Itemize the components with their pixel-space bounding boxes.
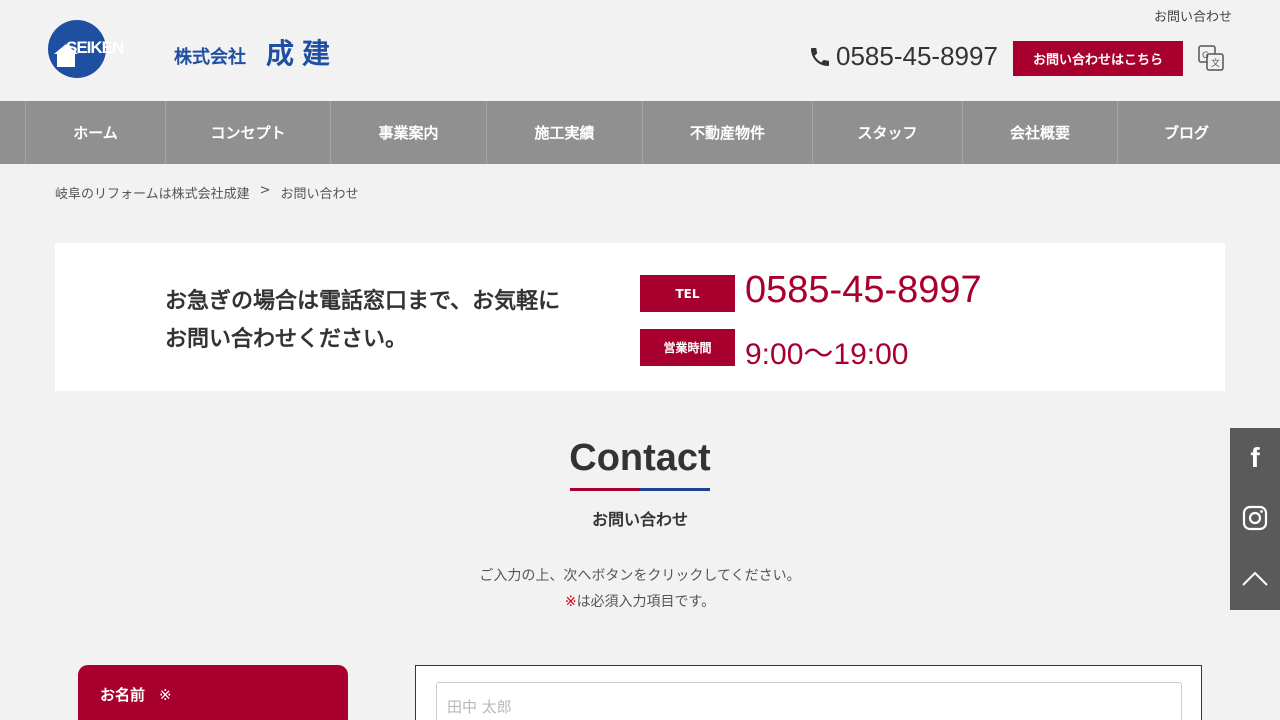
logo-text: SEIKEN xyxy=(66,38,124,57)
instruction-line2: ※は必須入力項目です。 xyxy=(0,589,1280,615)
header-phone-number: 0585-45-8997 xyxy=(836,41,998,71)
name-label: お名前 ※ xyxy=(78,665,348,720)
business-hours: 9:00〜19:00 xyxy=(745,338,909,371)
instagram-icon[interactable] xyxy=(1230,488,1280,548)
hours-tag: 営業時間 xyxy=(640,329,735,366)
page-subtitle: お問い合わせ xyxy=(591,510,688,529)
svg-text:文: 文 xyxy=(1211,57,1220,69)
name-label-text: お名前 xyxy=(100,686,146,704)
tel-tag: TEL xyxy=(640,275,735,312)
required-note: は必須入力項目です。 xyxy=(576,594,716,610)
nav-item-properties[interactable]: 不動産物件 xyxy=(642,101,812,164)
title-underline xyxy=(570,488,710,491)
site-header: SEIKEN 株式会社 成建 お問い合わせ 0585-45-8997 お問い合わ… xyxy=(0,0,1280,101)
chevron-up-glyph xyxy=(1242,571,1268,586)
main-nav: ホーム コンセプト 事業案内 施工実績 不動産物件 スタッフ 会社概要 ブログ xyxy=(0,101,1280,164)
nav-item-concept[interactable]: コンセプト xyxy=(165,101,330,164)
breadcrumb-separator: > xyxy=(259,183,271,198)
breadcrumb: 岐阜のリフォームは株式会社成建 > お問い合わせ xyxy=(55,183,359,202)
instagram-glyph xyxy=(1242,505,1268,531)
header-phone[interactable]: 0585-45-8997 xyxy=(808,41,998,72)
nav-item-works[interactable]: 施工実績 xyxy=(486,101,642,164)
nav-item-staff[interactable]: スタッフ xyxy=(812,101,962,164)
contact-button[interactable]: お問い合わせはこちら xyxy=(1013,41,1183,76)
breadcrumb-current: お問い合わせ xyxy=(280,187,359,202)
callout-phone-number[interactable]: 0585-45-8997 xyxy=(745,269,982,312)
name-required-mark: ※ xyxy=(159,686,172,704)
side-social-bar: f xyxy=(1230,428,1280,610)
callout-message-line1: お急ぎの場合は電話窓口まで、お気軽に xyxy=(165,289,561,314)
nav-item-home[interactable]: ホーム xyxy=(25,101,165,164)
callout-message-line2: お問い合わせください。 xyxy=(165,327,408,352)
title-underline-red xyxy=(570,488,640,491)
company-prefix: 株式会社 xyxy=(174,47,246,68)
required-mark: ※ xyxy=(564,594,577,610)
instruction-line1: ご入力の上、次へボタンをクリックしてください。 xyxy=(479,568,801,584)
nav-item-company[interactable]: 会社概要 xyxy=(962,101,1117,164)
phone-icon xyxy=(811,47,829,66)
nav-item-business[interactable]: 事業案内 xyxy=(330,101,486,164)
nav-item-blog[interactable]: ブログ xyxy=(1117,101,1255,164)
name-input[interactable] xyxy=(436,682,1182,720)
form-instructions: ご入力の上、次へボタンをクリックしてください。 ※は必須入力項目です。 xyxy=(0,563,1280,615)
svg-text:G: G xyxy=(1202,51,1209,61)
title-underline-blue xyxy=(640,488,710,491)
facebook-icon[interactable]: f xyxy=(1230,428,1280,488)
top-contact-link[interactable]: お問い合わせ xyxy=(1154,6,1232,25)
translate-icon[interactable]: G 文 xyxy=(1198,45,1224,71)
phone-callout: お急ぎの場合は電話窓口まで、お気軽に お問い合わせください。 TEL 0585-… xyxy=(55,243,1225,391)
callout-message: お急ぎの場合は電話窓口まで、お気軽に お問い合わせください。 xyxy=(165,283,560,359)
page-title: Contact xyxy=(569,437,711,479)
name-field-container xyxy=(415,665,1202,720)
chevron-up-icon[interactable] xyxy=(1230,548,1280,608)
company-name[interactable]: 成建 xyxy=(266,32,338,72)
breadcrumb-home-link[interactable]: 岐阜のリフォームは株式会社成建 xyxy=(55,183,250,202)
